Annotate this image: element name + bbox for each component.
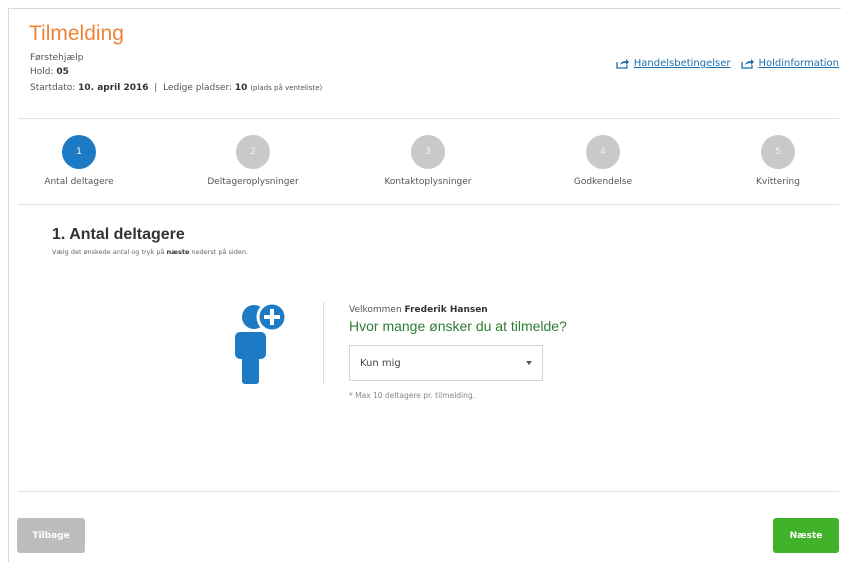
divider: [18, 118, 839, 119]
step-label: Antal deltagere: [44, 177, 114, 187]
seats-value: 10: [234, 83, 248, 93]
back-button[interactable]: Tilbage: [17, 518, 85, 553]
section-title: 1. Antal deltagere: [52, 226, 185, 243]
divider: [18, 204, 839, 205]
question-heading: Hvor mange ønsker du at tilmelde?: [349, 318, 567, 334]
page-title: Tilmelding: [29, 22, 124, 45]
seats-note: (plads på venteliste): [250, 84, 323, 92]
step-label: Godkendelse: [573, 177, 633, 187]
link-handelsbetingelser[interactable]: Handelsbetingelser: [616, 58, 731, 69]
select-value: Kun mig: [360, 357, 401, 369]
course-name: Førstehjælp: [30, 53, 84, 63]
subtitle-text: Vælg det ønskede antal og tryk på: [52, 248, 167, 256]
max-note: * Max 10 deltagere pr. tilmelding.: [349, 391, 476, 400]
step-circle: 1: [62, 135, 96, 169]
step-1: 1 Antal deltagere: [19, 135, 139, 187]
hold-label: Hold:: [30, 67, 54, 77]
welcome-text: Velkommen Frederik Hansen: [349, 305, 488, 315]
step-3: 3 Kontaktoplysninger: [368, 135, 488, 187]
welcome-prefix: Velkommen: [349, 305, 405, 315]
step-circle: 2: [236, 135, 270, 169]
step-label: Deltageroplysninger: [207, 177, 299, 187]
hold-info: Hold: 05: [30, 67, 69, 77]
share-icon: [616, 59, 629, 69]
vertical-divider: [323, 302, 324, 383]
start-label: Startdato:: [30, 83, 76, 93]
seats-label: Ledige pladser:: [163, 83, 233, 93]
header-links: Handelsbetingelser Holdinformation: [616, 58, 839, 69]
start-value: 10. april 2016: [78, 83, 149, 93]
step-circle: 3: [411, 135, 445, 169]
separator: |: [154, 83, 158, 93]
step-circle: 4: [586, 135, 620, 169]
step-4: 4 Godkendelse: [543, 135, 663, 187]
section-subtitle: Vælg det ønskede antal og tryk på næste …: [52, 248, 248, 256]
link-holdinformation[interactable]: Holdinformation: [740, 58, 839, 69]
subtitle-text: nederst på siden.: [189, 248, 249, 256]
participants-select[interactable]: Kun mig: [349, 345, 543, 381]
subtitle-bold: næste: [166, 248, 190, 256]
step-label: Kontaktoplysninger: [384, 177, 472, 187]
user-name: Frederik Hansen: [404, 305, 488, 315]
share-icon: [740, 59, 754, 69]
link-label: Handelsbetingelser: [633, 58, 731, 69]
step-label: Kvittering: [756, 177, 800, 187]
hold-value: 05: [56, 67, 69, 77]
link-label: Holdinformation: [758, 58, 839, 69]
next-button[interactable]: Næste: [773, 518, 839, 553]
start-info: Startdato: 10. april 2016 | Ledige plads…: [30, 83, 322, 93]
add-person-icon: [235, 301, 288, 384]
chevron-down-icon: [526, 361, 532, 365]
step-2: 2 Deltageroplysninger: [193, 135, 313, 187]
divider: [18, 491, 839, 492]
step-5: 5 Kvittering: [718, 135, 838, 187]
step-circle: 5: [761, 135, 795, 169]
